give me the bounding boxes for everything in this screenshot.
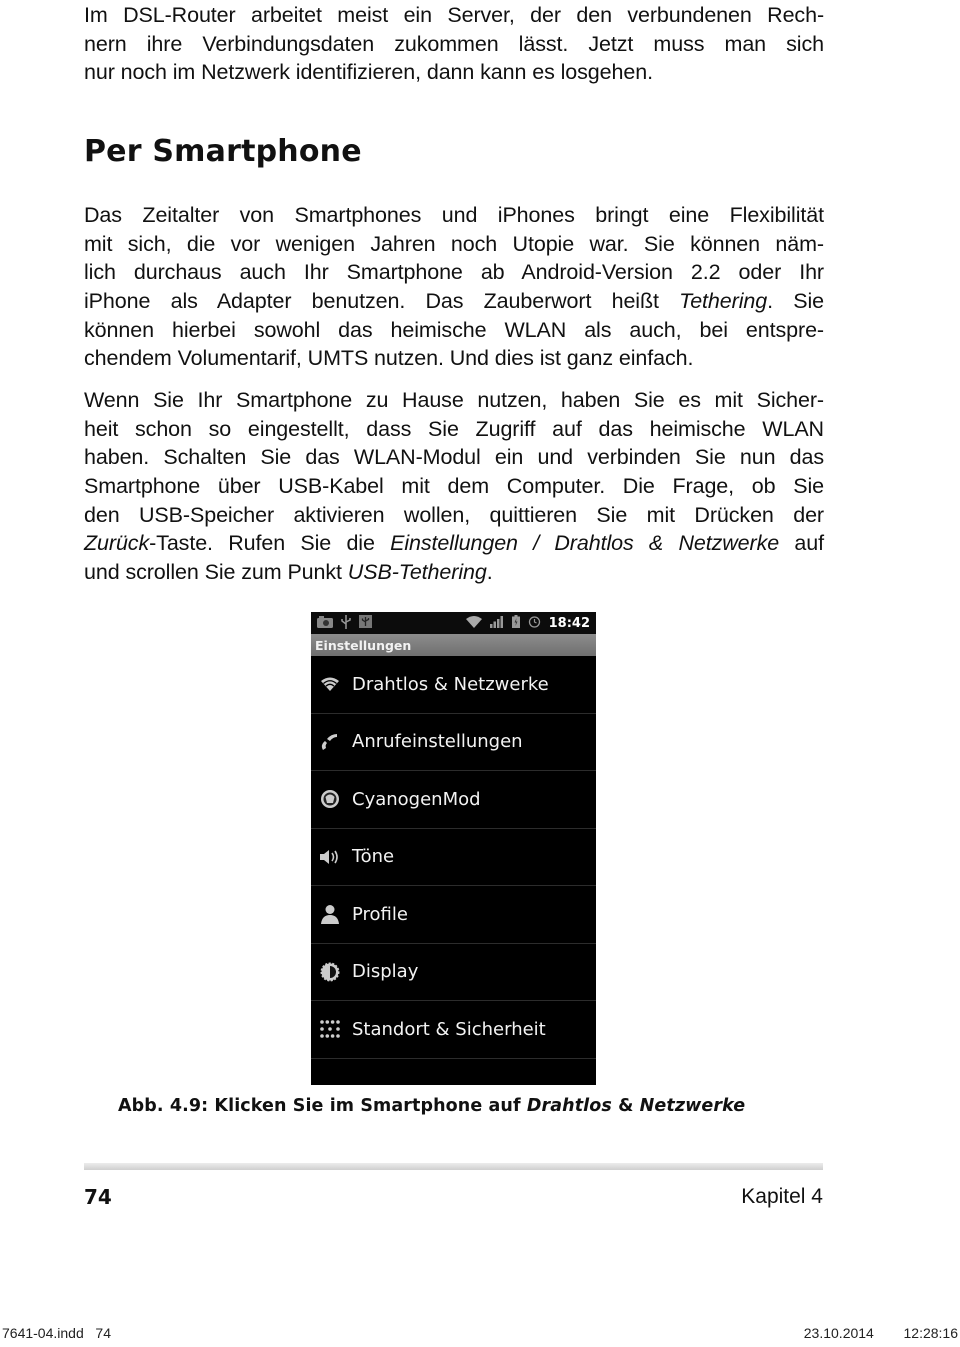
menu-item-label: Display: [352, 961, 419, 983]
alarm-icon: [528, 615, 541, 631]
camera-icon: [317, 615, 333, 631]
paragraph-tethering: Das Zeitalter von Smartphones und iPhone…: [84, 201, 824, 373]
phone-icon: [319, 733, 341, 751]
phone-screenshot: 18:42 Einstellungen Drahtlos & Netzwerke…: [311, 612, 596, 1085]
text-line: haben. Schalten Sie das WLAN-Modul ein u…: [84, 445, 824, 470]
menu-item-partial[interactable]: [311, 1059, 596, 1086]
battery-icon: [511, 615, 520, 631]
usb-icon: [341, 614, 351, 632]
section-heading: Per Smartphone: [84, 134, 362, 169]
menu-item-label: Profile: [352, 903, 408, 925]
text-line: lich durchaus auch Ihr Smartphone ab And…: [84, 260, 824, 285]
paragraph-instructions: Wenn Sie Ihr Smartphone zu Hause nutzen,…: [84, 386, 824, 587]
usb-debug-icon: [359, 615, 372, 631]
menu-item-label: Standort & Sicherheit: [352, 1018, 546, 1040]
menu-item-drahtlos-netzwerke[interactable]: Drahtlos & Netzwerke: [311, 656, 596, 714]
text-run: auf: [779, 531, 824, 556]
wifi-icon: [319, 676, 341, 692]
status-bar: 18:42: [311, 612, 596, 634]
text-line: nur noch im Netzwerk identifizieren, dan…: [84, 60, 653, 85]
status-clock: 18:42: [548, 615, 590, 631]
text-line: können hierbei sowohl das heimische WLAN…: [84, 317, 824, 342]
text-run: und scrollen Sie zum Punkt: [84, 560, 348, 585]
text-run: . Sie: [767, 289, 824, 314]
print-slug-file: 7641-04.indd 74: [2, 1325, 111, 1341]
emphasis-zurueck: Zurück: [84, 531, 150, 556]
person-icon: [319, 904, 341, 925]
settings-menu: Drahtlos & Netzwerke Anrufeinstellungen …: [311, 656, 596, 1085]
menu-item-label: Töne: [352, 846, 395, 868]
text-line: den USB-Speicher aktivieren wollen, quit…: [84, 502, 824, 527]
text-line: chendem Volumentarif, UMTS nutzen. Und d…: [84, 346, 694, 371]
menu-item-label: Drahtlos & Netzwerke: [352, 673, 549, 695]
emphasis-usb-tethering: USB-Tethering: [347, 560, 487, 585]
menu-item-label: CyanogenMod: [352, 788, 481, 810]
text-run: -Taste. Rufen Sie die: [149, 531, 391, 556]
text-line: heit schon so eingestellt, dass Sie Zugr…: [84, 416, 824, 441]
caption-emphasis: Drahtlos: [526, 1096, 612, 1116]
text-line: Smartphone über USB-Kabel mit dem Comput…: [84, 474, 824, 499]
text-run: .: [486, 560, 493, 585]
print-slug-timestamp: 23.10.2014 12:28:16: [803, 1325, 958, 1341]
text-line: iPhone als Adapter benutzen. Das Zauberw…: [84, 287, 824, 316]
emphasis-menu-path: Einstellungen / Drahtlos & Netzwerke: [390, 531, 780, 556]
caption-emphasis: Netzwerke: [639, 1096, 746, 1116]
menu-item-display[interactable]: Display: [311, 944, 596, 1001]
text-line: Im DSL-Router arbeitet meist ein Server,…: [84, 3, 824, 27]
text-line: Das Zeitalter von Smartphones und iPhone…: [84, 203, 824, 227]
figure-caption: Abb. 4.9: Klicken Sie im Smartphone auf …: [118, 1096, 745, 1116]
text-line: Wenn Sie Ihr Smartphone zu Hause nutzen,…: [84, 388, 824, 412]
emphasis-tethering: Tethering: [679, 289, 768, 314]
cyanogenmod-icon: [319, 789, 341, 809]
brightness-icon: [319, 962, 341, 982]
chapter-label: Kapitel 4: [741, 1185, 823, 1208]
intro-paragraph: Im DSL-Router arbeitet meist ein Server,…: [84, 1, 824, 87]
menu-item-toene[interactable]: Töne: [311, 829, 596, 886]
text-line: Zurück-Taste. Rufen Sie die Einstellunge…: [84, 529, 824, 558]
settings-title-bar: Einstellungen: [311, 634, 596, 656]
text-run: iPhone als Adapter benutzen. Das Zauberw…: [84, 289, 680, 314]
menu-item-anrufeinstellungen[interactable]: Anrufeinstellungen: [311, 714, 596, 771]
wifi-icon: [465, 615, 482, 631]
menu-item-profile[interactable]: Profile: [311, 886, 596, 944]
text-line: nern ihre Verbindungsdaten zukommen läss…: [84, 31, 824, 56]
footer-rule: [84, 1163, 823, 1170]
caption-text: Abb. 4.9: Klicken Sie im Smartphone auf: [118, 1096, 527, 1116]
menu-item-label: Anrufeinstellungen: [352, 731, 523, 753]
page-number: 74: [84, 1185, 112, 1209]
caption-text: &: [611, 1096, 640, 1116]
location-grid-icon: [319, 1020, 341, 1039]
text-line: mit sich, die vor wenigen Jahren noch Ut…: [84, 231, 824, 256]
menu-item-standort-sicherheit[interactable]: Standort & Sicherheit: [311, 1001, 596, 1059]
text-line: und scrollen Sie zum Punkt USB-Tethering…: [84, 558, 824, 587]
signal-icon: [489, 615, 504, 631]
speaker-icon: [319, 849, 341, 865]
menu-item-cyanogenmod[interactable]: CyanogenMod: [311, 771, 596, 829]
